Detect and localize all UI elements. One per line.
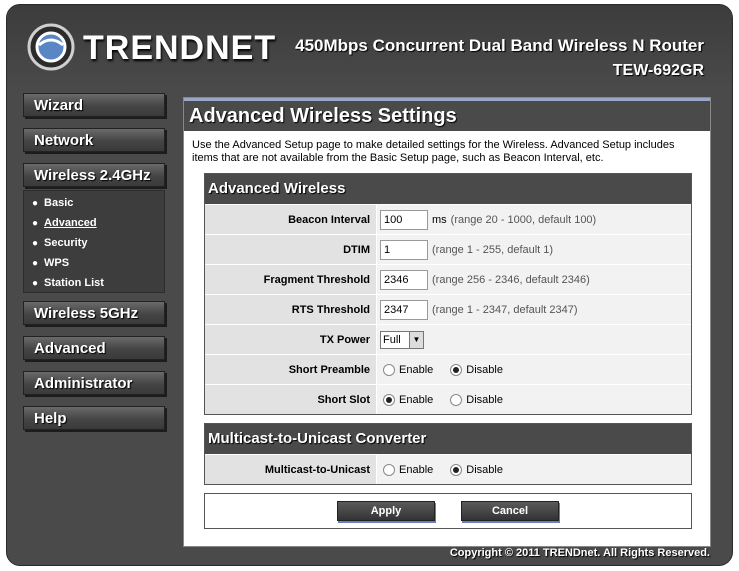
- short-slot-enable-radio[interactable]: [383, 393, 395, 406]
- tx-power-row: TX Power Full ▼: [205, 324, 691, 354]
- dtim-hint: (range 1 - 255, default 1): [432, 243, 554, 256]
- wireless-24ghz-submenu: ● Basic ● Advanced ● Security ● WPS ● Station…: [23, 190, 165, 293]
- bullet-icon: ●: [32, 198, 39, 209]
- bullet-icon: ●: [32, 258, 39, 269]
- beacon-interval-input[interactable]: [380, 209, 428, 230]
- submenu-item: ● Basic: [24, 197, 164, 217]
- apply-button[interactable]: Apply: [337, 501, 435, 521]
- router-frame: TRENDNET 450Mbps Concurrent Dual Band Wi…: [6, 4, 733, 566]
- brand-name: TRENDNET: [83, 29, 277, 67]
- tx-power-value: Full: [383, 333, 401, 346]
- short-slot-disable-radio[interactable]: [450, 393, 463, 406]
- dtim-label: DTIM: [205, 235, 377, 264]
- fragment-threshold-input[interactable]: [380, 269, 428, 290]
- multicast-section: Multicast-to-Unicast Converter Multicast…: [204, 423, 692, 485]
- multicast-disable-radio[interactable]: [450, 463, 463, 476]
- short-preamble-enable-radio[interactable]: [383, 363, 395, 376]
- advanced-wireless-section: Advanced Wireless Beacon Interval ms (ra…: [204, 173, 692, 415]
- short-preamble-disable-label: Disable: [466, 363, 503, 376]
- submenu-item: ● Advanced: [24, 217, 164, 237]
- nav-wireless-5ghz[interactable]: Wireless 5GHz: [23, 301, 165, 325]
- dropdown-arrow-icon: ▼: [409, 331, 423, 348]
- multicast-disable-label: Disable: [466, 463, 503, 476]
- product-title: 450Mbps Concurrent Dual Band Wireless N …: [295, 36, 704, 55]
- nav-advanced[interactable]: Advanced: [23, 336, 165, 360]
- short-preamble-enable-label: Enable: [399, 363, 434, 376]
- tx-power-select[interactable]: Full ▼: [380, 330, 424, 349]
- submenu-link-basic[interactable]: Basic: [44, 197, 73, 209]
- short-slot-disable-label: Disable: [466, 393, 503, 406]
- nav-wizard[interactable]: Wizard: [23, 93, 165, 117]
- rts-threshold-row: RTS Threshold (range 1 - 2347, default 2…: [205, 294, 691, 324]
- content-panel: Advanced Wireless Settings Use the Advan…: [183, 97, 711, 547]
- model-number: TEW-692GR: [612, 62, 704, 79]
- page-intro: Use the Advanced Setup page to make deta…: [192, 139, 675, 164]
- beacon-unit: ms: [432, 213, 447, 226]
- submenu-item: ● Security: [24, 237, 164, 257]
- submenu-item: ● WPS: [24, 257, 164, 277]
- submenu-link-station-list[interactable]: Station List: [44, 277, 104, 289]
- multicast-label: Multicast-to-Unicast: [205, 455, 377, 484]
- beacon-interval-row: Beacon Interval ms (range 20 - 1000, def…: [205, 204, 691, 234]
- tx-power-label: TX Power: [205, 325, 377, 354]
- sidebar-nav: Wizard Network Wireless 2.4GHz ● Basic ● A…: [23, 93, 167, 441]
- submenu-link-security[interactable]: Security: [44, 237, 87, 249]
- beacon-hint: (range 20 - 1000, default 100): [450, 213, 597, 226]
- trendnet-logo-icon: [27, 23, 75, 71]
- nav-network[interactable]: Network: [23, 128, 165, 152]
- submenu-item: ● Station List: [24, 277, 164, 297]
- bullet-icon: ●: [32, 278, 39, 289]
- nav-wireless-24ghz[interactable]: Wireless 2.4GHz: [23, 163, 165, 187]
- nav-help[interactable]: Help: [23, 406, 165, 430]
- fragment-hint: (range 256 - 2346, default 2346): [432, 273, 590, 286]
- section-heading: Advanced Wireless: [205, 174, 691, 204]
- short-slot-row: Short Slot Enable Disable: [205, 384, 691, 414]
- fragment-threshold-row: Fragment Threshold (range 256 - 2346, de…: [205, 264, 691, 294]
- short-slot-enable-label: Enable: [399, 393, 434, 406]
- submenu-link-wps[interactable]: WPS: [44, 257, 69, 269]
- short-preamble-label: Short Preamble: [205, 355, 377, 384]
- short-slot-label: Short Slot: [205, 385, 377, 414]
- multicast-row: Multicast-to-Unicast Enable Disable: [205, 454, 691, 484]
- dtim-input[interactable]: [380, 239, 428, 260]
- bullet-icon: ●: [32, 218, 39, 229]
- header: TRENDNET 450Mbps Concurrent Dual Band Wi…: [7, 5, 732, 91]
- dtim-row: DTIM (range 1 - 255, default 1): [205, 234, 691, 264]
- short-preamble-disable-radio[interactable]: [450, 363, 463, 376]
- section-heading: Multicast-to-Unicast Converter: [205, 424, 691, 454]
- rts-threshold-label: RTS Threshold: [205, 295, 377, 324]
- multicast-enable-label: Enable: [399, 463, 434, 476]
- short-preamble-row: Short Preamble Enable Disable: [205, 354, 691, 384]
- fragment-threshold-label: Fragment Threshold: [205, 265, 377, 294]
- copyright-footer: Copyright © 2011 TRENDnet. All Rights Re…: [449, 547, 710, 559]
- rts-threshold-input[interactable]: [380, 299, 428, 320]
- nav-administrator[interactable]: Administrator: [23, 371, 165, 395]
- bullet-icon: ●: [32, 238, 39, 249]
- submenu-link-advanced[interactable]: Advanced: [44, 217, 97, 229]
- beacon-interval-label: Beacon Interval: [205, 205, 377, 234]
- page-title: Advanced Wireless Settings: [184, 98, 710, 131]
- action-bar: Apply Cancel: [204, 493, 692, 529]
- multicast-enable-radio[interactable]: [383, 463, 395, 476]
- cancel-button[interactable]: Cancel: [461, 501, 559, 521]
- rts-hint: (range 1 - 2347, default 2347): [432, 303, 578, 316]
